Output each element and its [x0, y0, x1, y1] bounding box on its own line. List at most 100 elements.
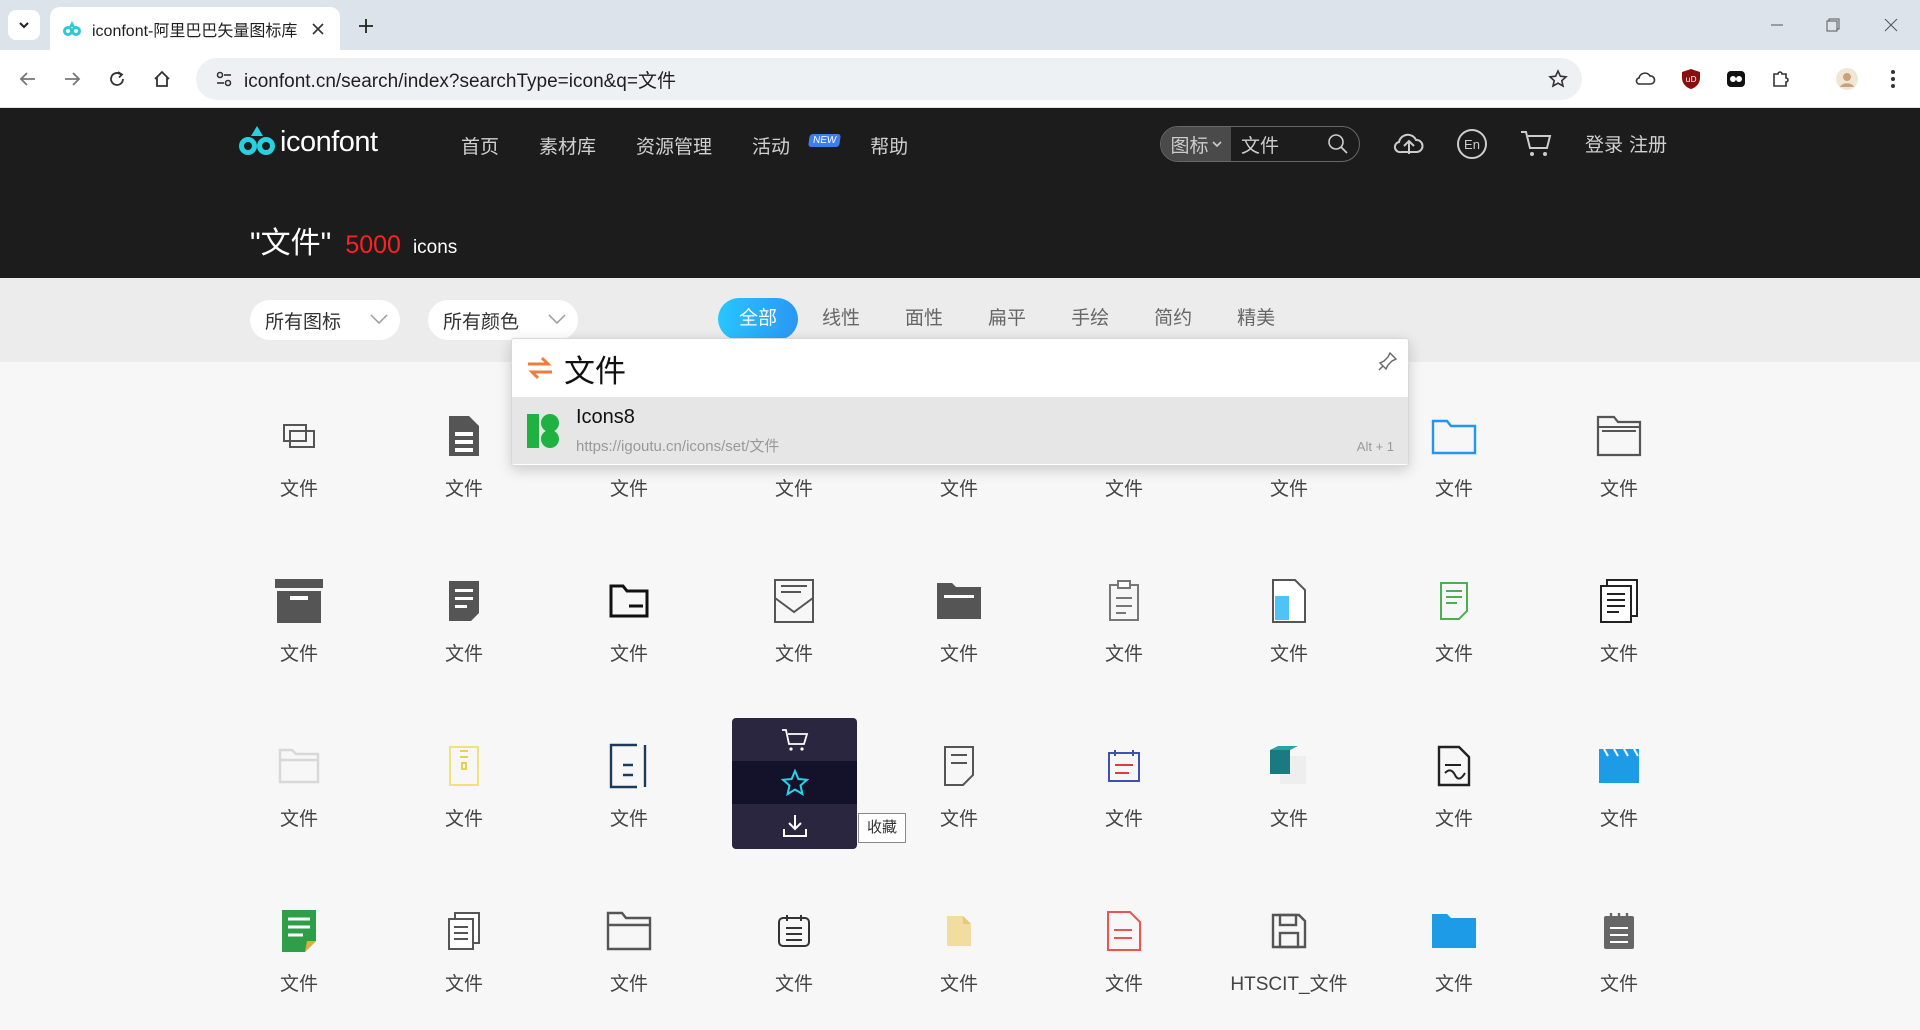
icon-card[interactable]: 文件 — [1374, 527, 1534, 667]
icon-card[interactable]: 文件 — [1539, 857, 1699, 997]
icon-label: 文件 — [774, 974, 813, 995]
icon-card[interactable]: 文件 — [1209, 527, 1369, 667]
extension-mask-icon[interactable] — [1721, 64, 1751, 94]
tab-linear[interactable]: 线性 — [801, 298, 881, 340]
login-link[interactable]: 登录 — [1585, 135, 1623, 156]
icon-type-dropdown[interactable]: 所有图标 — [250, 300, 400, 340]
icon-card[interactable]: 文件 — [549, 692, 709, 832]
browser-tab[interactable]: iconfont-阿里巴巴矢量图标库 — [50, 7, 340, 50]
icon-label: 文件 — [1104, 974, 1143, 995]
cart-icon[interactable] — [1519, 128, 1553, 158]
chevron-down-icon — [548, 312, 566, 326]
nav-item-help[interactable]: 帮助 — [870, 132, 908, 159]
home-icon[interactable] — [147, 64, 177, 94]
address-bar[interactable]: iconfont.cn/search/index?searchType=icon… — [196, 58, 1582, 100]
restore-icon[interactable] — [1818, 10, 1848, 40]
upload-cloud-icon[interactable] — [1392, 128, 1426, 158]
icon-card[interactable]: 文件 — [219, 857, 379, 997]
tab-all[interactable]: 全部 — [718, 298, 799, 340]
profile-avatar-icon[interactable] — [1832, 64, 1862, 94]
minimize-icon[interactable] — [1762, 10, 1792, 40]
search-icon[interactable] — [1327, 133, 1349, 155]
result-unit: icons — [412, 237, 458, 258]
icon-card[interactable]: 文件 — [714, 527, 874, 667]
folder-outline-bold-icon — [601, 573, 657, 629]
url-text[interactable]: iconfont.cn/search/index?searchType=icon… — [244, 66, 676, 93]
icon-card[interactable]: 文件 — [549, 857, 709, 997]
icon-card[interactable]: 文件 — [219, 527, 379, 667]
icon-card[interactable]: 文件 — [549, 527, 709, 667]
tab-search-button[interactable] — [8, 10, 40, 40]
icon-card[interactable]: 文件 — [714, 857, 874, 997]
folder-window-icon — [1591, 408, 1647, 464]
tab-solid[interactable]: 面性 — [884, 298, 964, 340]
iconfont-logo[interactable]: iconfont — [238, 124, 378, 160]
reload-icon[interactable] — [102, 64, 132, 94]
chevron-down-icon — [370, 312, 388, 326]
browser-tabstrip: iconfont-阿里巴巴矢量图标库 — [0, 0, 1920, 50]
icon-card[interactable]: 文件 — [1374, 857, 1534, 997]
site-info-icon[interactable] — [204, 58, 244, 100]
bookmark-star-icon[interactable] — [1548, 69, 1568, 89]
new-tab-plus-icon[interactable] — [352, 12, 380, 40]
iconfont-favicon-icon — [62, 19, 82, 39]
icon-card[interactable]: 文件 — [219, 692, 379, 832]
folder-blue-icon — [1426, 408, 1482, 464]
icon-card[interactable]: 文件 — [384, 527, 544, 667]
icon-card[interactable]: 文件 — [384, 692, 544, 832]
icon-card[interactable]: 文件 — [879, 527, 1039, 667]
cloud-extension-icon[interactable] — [1630, 64, 1660, 94]
icon-label: 文件 — [1269, 644, 1308, 665]
icon-card[interactable]: 文件 — [879, 692, 1039, 832]
header-search-input[interactable]: 文件 — [1241, 131, 1327, 158]
icon-card[interactable]: 文件 — [1044, 692, 1204, 832]
logo-text: iconfont — [280, 125, 378, 158]
icon-label: 文件 — [609, 974, 648, 995]
nav-item-resources[interactable]: 资源管理 — [636, 132, 712, 159]
download-icon — [781, 813, 809, 839]
result-query: "文件" — [250, 227, 332, 260]
icon-card[interactable]: 文件 — [1044, 857, 1204, 997]
more-menu-icon[interactable] — [1878, 64, 1908, 94]
icon-label: 文件 — [1434, 479, 1473, 500]
add-to-cart-button[interactable] — [732, 718, 857, 761]
nav-item-library[interactable]: 素材库 — [539, 132, 596, 159]
tab-exquisite[interactable]: 精美 — [1216, 298, 1296, 340]
icon-label: 文件 — [1104, 644, 1143, 665]
icon-label: 文件 — [1269, 809, 1308, 830]
document-signed-icon — [1426, 738, 1482, 794]
popup-result-row[interactable]: Icons8 https://igoutu.cn/icons/set/文件 Al… — [512, 398, 1408, 464]
icon-card[interactable]: 文件 — [1539, 692, 1699, 832]
forward-arrow-icon[interactable] — [57, 64, 87, 94]
close-icon[interactable] — [308, 19, 328, 39]
icon-card[interactable]: HTSCIT_文件 — [1209, 857, 1369, 997]
ublock-shield-icon[interactable]: uD — [1676, 64, 1706, 94]
icon-card[interactable]: 文件 — [1374, 692, 1534, 832]
download-button[interactable] — [732, 804, 857, 847]
icon-card[interactable]: 文件 — [219, 362, 379, 502]
window-close-icon[interactable] — [1876, 10, 1906, 40]
icon-card[interactable]: 文件 — [1044, 527, 1204, 667]
favorite-button[interactable] — [732, 761, 857, 804]
icon-card[interactable]: 文件 — [1209, 692, 1369, 832]
language-en-icon[interactable]: En — [1456, 128, 1488, 160]
tab-flat[interactable]: 扁平 — [967, 298, 1047, 340]
tab-handdrawn[interactable]: 手绘 — [1050, 298, 1130, 340]
nav-item-activity[interactable]: 活动 NEW — [752, 132, 841, 159]
popup-result-text: Icons8 https://igoutu.cn/icons/set/文件 — [576, 406, 779, 456]
nav-item-home[interactable]: 首页 — [461, 132, 499, 159]
tab-simple[interactable]: 简约 — [1133, 298, 1213, 340]
search-type-select[interactable]: 图标 — [1161, 127, 1231, 161]
puzzle-extensions-icon[interactable] — [1766, 64, 1796, 94]
folder-outline-icon — [271, 408, 327, 464]
register-link[interactable]: 注册 — [1629, 135, 1667, 156]
icon-card[interactable]: 文件 — [384, 857, 544, 997]
icon-card[interactable]: 文件 — [1539, 527, 1699, 667]
pin-icon[interactable] — [1378, 351, 1398, 371]
icon-card[interactable]: 文件 — [1539, 362, 1699, 502]
back-arrow-icon[interactable] — [13, 64, 43, 94]
icon-label: 文件 — [1434, 974, 1473, 995]
color-dropdown[interactable]: 所有颜色 — [428, 300, 578, 340]
icon-label: 文件 — [1104, 809, 1143, 830]
icon-card[interactable]: 文件 — [879, 857, 1039, 997]
